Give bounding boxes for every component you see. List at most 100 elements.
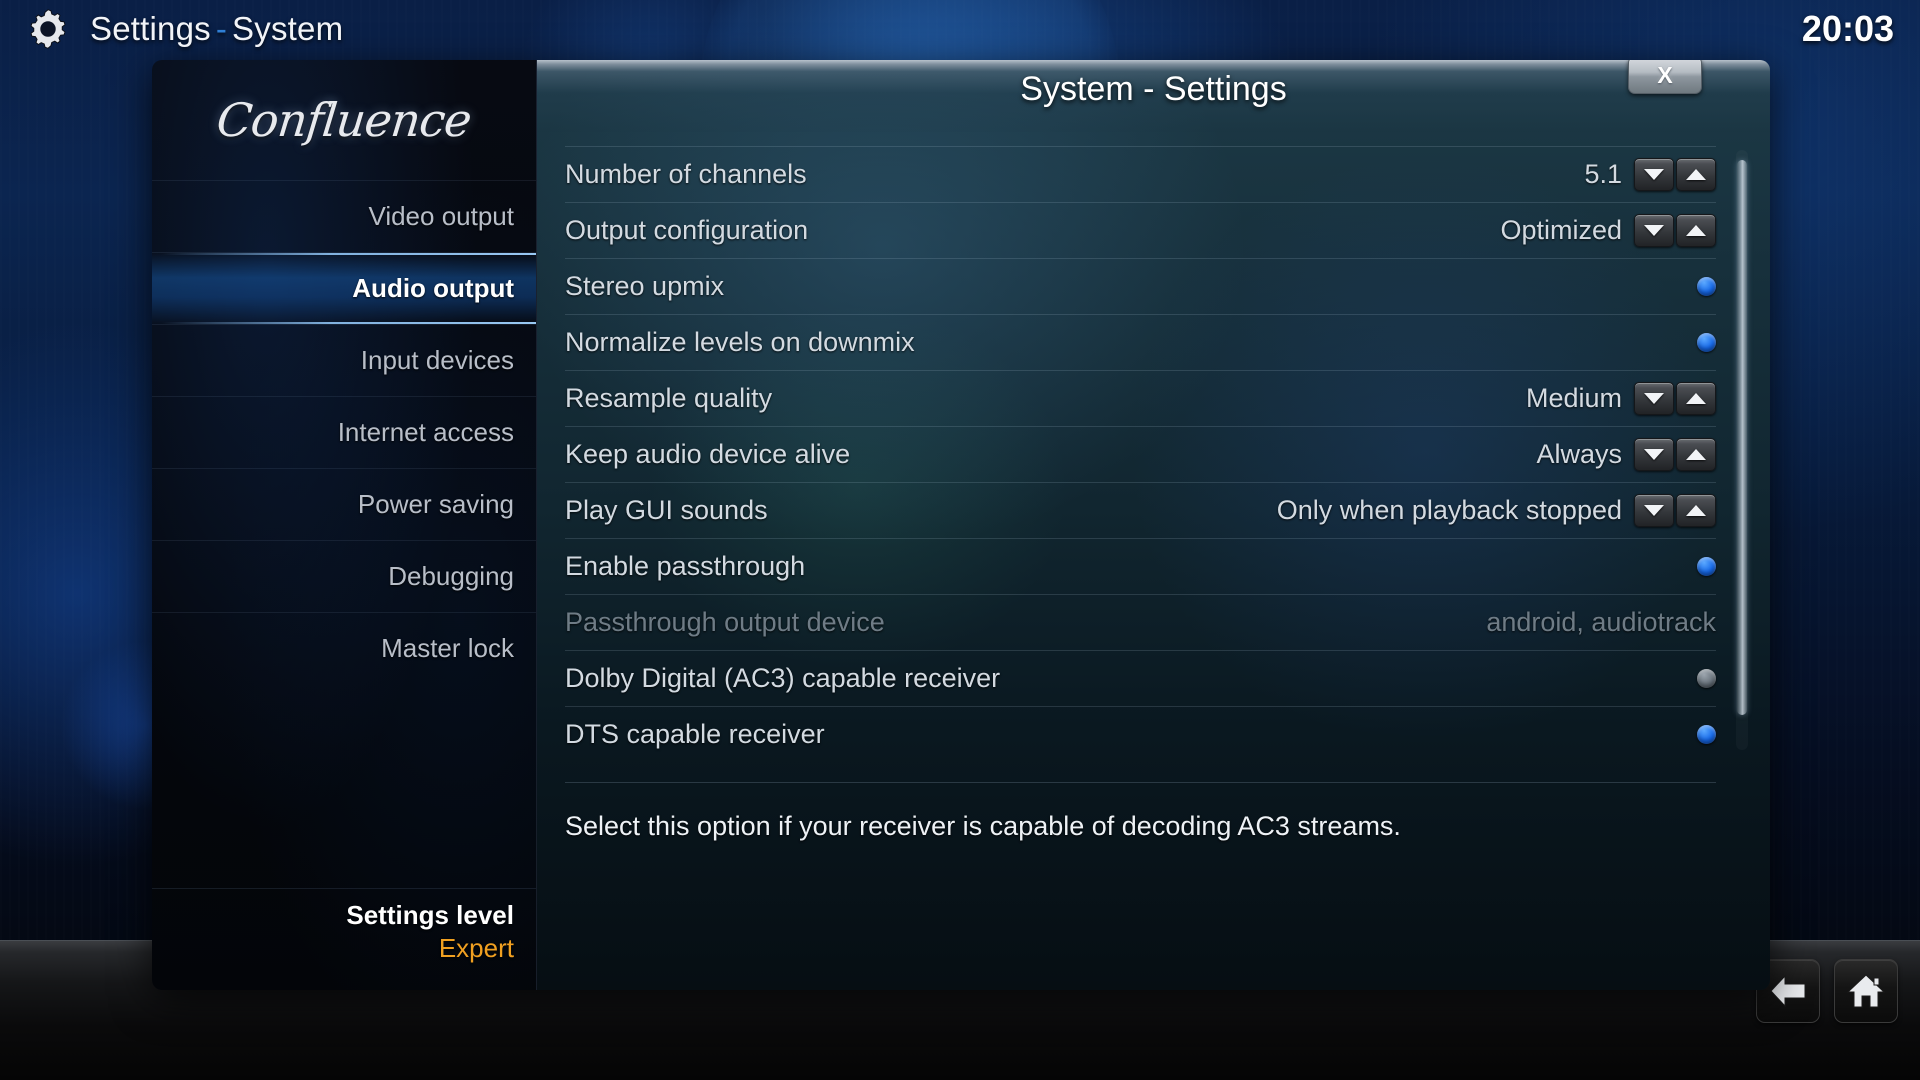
spinner-up-button[interactable] [1676, 214, 1716, 247]
sidebar-item-label: Internet access [337, 417, 514, 447]
setting-control [1697, 277, 1716, 296]
chevron-down-icon [1644, 225, 1664, 236]
spinner-control [1634, 214, 1716, 247]
settings-level-value: Expert [438, 932, 514, 963]
chevron-down-icon [1644, 393, 1664, 404]
back-arrow-icon [1770, 974, 1806, 1008]
setting-label: DTS capable receiver [565, 719, 825, 749]
setting-row-resample-quality[interactable]: Resample quality Medium [565, 370, 1716, 426]
setting-row-dolby-digital-ac3-capable-receiver[interactable]: Dolby Digital (AC3) capable receiver [565, 650, 1716, 706]
setting-row-dts-capable-receiver[interactable]: DTS capable receiver [565, 706, 1716, 762]
toggle-radio-on-icon[interactable] [1697, 333, 1716, 352]
sidebar-item-debugging[interactable]: Debugging [152, 540, 536, 612]
setting-control: Medium [1526, 382, 1716, 415]
spinner-up-button[interactable] [1676, 158, 1716, 191]
setting-value: android, audiotrack [1486, 607, 1716, 637]
dialog-title: System - Settings [1020, 70, 1287, 108]
setting-control [1697, 669, 1716, 688]
sidebar-item-video-output[interactable]: Video output [152, 180, 536, 252]
setting-control [1697, 725, 1716, 744]
setting-label: Number of channels [565, 159, 807, 189]
spinner-control [1634, 382, 1716, 415]
dialog-header: System - Settings X [537, 60, 1770, 132]
setting-label: Dolby Digital (AC3) capable receiver [565, 663, 1001, 693]
toggle-radio-on-icon[interactable] [1697, 725, 1716, 744]
spinner-down-button[interactable] [1634, 158, 1674, 191]
setting-description: Select this option if your receiver is c… [565, 782, 1716, 842]
spinner-up-button[interactable] [1676, 438, 1716, 471]
confluence-logo: Confluence [152, 60, 536, 180]
confluence-logo-text: Confluence [214, 93, 474, 147]
home-button[interactable] [1834, 959, 1898, 1023]
scrollbar-thumb[interactable] [1737, 160, 1747, 715]
spinner-control [1634, 158, 1716, 191]
chevron-up-icon [1686, 169, 1706, 180]
setting-row-enable-passthrough[interactable]: Enable passthrough [565, 538, 1716, 594]
settings-dialog: Confluence Video output Audio output Inp… [152, 60, 1770, 990]
sidebar-item-label: Power saving [357, 489, 514, 519]
sidebar-item-audio-output[interactable]: Audio output [152, 252, 536, 324]
sidebar-item-power-saving[interactable]: Power saving [152, 468, 536, 540]
setting-label: Resample quality [565, 383, 773, 413]
chevron-down-icon [1644, 449, 1664, 460]
spinner-control [1634, 438, 1716, 471]
toggle-radio-on-icon[interactable] [1697, 277, 1716, 296]
sidebar-nav: Video output Audio output Input devices … [152, 180, 536, 786]
title-suffix: System [232, 10, 344, 47]
setting-control: android, audiotrack [1486, 607, 1716, 638]
chevron-up-icon [1686, 449, 1706, 460]
setting-label: Output configuration [565, 215, 809, 245]
scrollbar-track[interactable] [1736, 150, 1748, 750]
setting-control: Only when playback stopped [1277, 494, 1716, 527]
title-prefix: Settings [90, 10, 211, 47]
settings-level-control[interactable]: Settings level Expert [152, 888, 536, 990]
setting-label: Keep audio device alive [565, 439, 851, 469]
spinner-down-button[interactable] [1634, 494, 1674, 527]
toggle-radio-on-icon[interactable] [1697, 557, 1716, 576]
setting-label: Passthrough output device [565, 607, 885, 637]
chevron-down-icon [1644, 169, 1664, 180]
chevron-up-icon [1686, 393, 1706, 404]
setting-value: Optimized [1500, 215, 1622, 245]
setting-control [1697, 557, 1716, 576]
spinner-down-button[interactable] [1634, 382, 1674, 415]
spinner-down-button[interactable] [1634, 438, 1674, 471]
sidebar-item-master-lock[interactable]: Master lock [152, 612, 536, 684]
home-icon [1846, 974, 1886, 1008]
setting-label: Enable passthrough [565, 551, 806, 581]
spinner-control [1634, 494, 1716, 527]
sidebar-item-label: Audio output [352, 273, 514, 303]
setting-value: 5.1 [1584, 159, 1622, 189]
setting-control: Always [1536, 438, 1716, 471]
sidebar-item-internet-access[interactable]: Internet access [152, 396, 536, 468]
settings-content: System - Settings X Number of channels 5… [537, 60, 1770, 990]
sidebar-item-label: Input devices [360, 345, 514, 375]
setting-row-stereo-upmix[interactable]: Stereo upmix [565, 258, 1716, 314]
sidebar-item-label: Debugging [388, 561, 514, 591]
setting-row-number-of-channels[interactable]: Number of channels 5.1 [565, 146, 1716, 202]
chevron-down-icon [1644, 505, 1664, 516]
sidebar-item-input-devices[interactable]: Input devices [152, 324, 536, 396]
page-title: Settings - System [90, 10, 343, 48]
spinner-down-button[interactable] [1634, 214, 1674, 247]
spinner-up-button[interactable] [1676, 382, 1716, 415]
navigation-buttons [1756, 959, 1898, 1023]
sidebar-item-label: Master lock [381, 633, 514, 663]
spinner-up-button[interactable] [1676, 494, 1716, 527]
chevron-up-icon [1686, 505, 1706, 516]
setting-row-keep-audio-device-alive[interactable]: Keep audio device alive Always [565, 426, 1716, 482]
setting-row-output-configuration[interactable]: Output configuration Optimized [565, 202, 1716, 258]
settings-list: Number of channels 5.1 Output configurat… [537, 132, 1770, 762]
setting-label: Stereo upmix [565, 271, 725, 301]
gear-icon [30, 9, 66, 49]
sidebar: Confluence Video output Audio output Inp… [152, 60, 537, 990]
toggle-radio-off-icon[interactable] [1697, 669, 1716, 688]
clock: 20:03 [1801, 8, 1894, 49]
setting-row-play-gui-sounds[interactable]: Play GUI sounds Only when playback stopp… [565, 482, 1716, 538]
title-separator: - [215, 10, 228, 47]
setting-row-passthrough-output-device: Passthrough output device android, audio… [565, 594, 1716, 650]
setting-row-normalize-levels-on-downmix[interactable]: Normalize levels on downmix [565, 314, 1716, 370]
close-button[interactable]: X [1628, 60, 1702, 94]
setting-value: Only when playback stopped [1276, 495, 1622, 525]
